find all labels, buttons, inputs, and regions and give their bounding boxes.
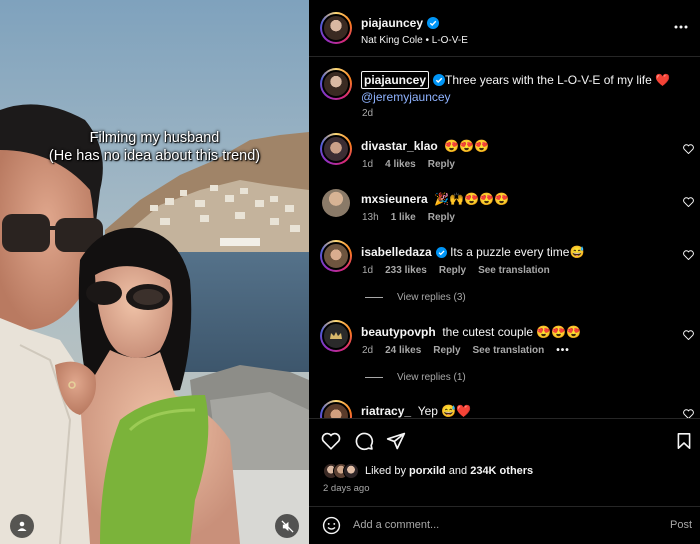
comment-text-row: beautypovph the cutest couple 😍😍😍 [361, 324, 681, 340]
replies-line [365, 377, 383, 378]
share-send-icon[interactable] [386, 431, 406, 451]
comment-like-heart-icon[interactable] [683, 144, 694, 154]
mute-button[interactable] [275, 514, 299, 538]
post-author[interactable]: piajauncey [361, 16, 440, 30]
commenter-avatar[interactable] [320, 240, 352, 272]
overlay-line-2: (He has no idea about this trend) [48, 148, 261, 164]
comment-username[interactable]: mxsieunera [361, 192, 428, 206]
comment-text: Its a puzzle every time😅 [450, 245, 585, 259]
author-avatar[interactable] [320, 12, 352, 44]
comment-partial: riatracy_ Yep 😅❤️ [309, 396, 700, 418]
likes-summary: Liked by porxild and 234K others [323, 463, 533, 479]
comment-likes[interactable]: 4 likes [385, 159, 416, 170]
caption: piajauncey Three years with the L-O-V-E o… [361, 71, 681, 105]
emoji-icon[interactable] [322, 516, 341, 535]
person-icon [17, 521, 27, 531]
caption-text: Three years with the L-O-V-E of my life … [445, 73, 671, 87]
comment-text-row: mxsieunera 🎉🙌😍😍😍 [361, 191, 681, 207]
liker-avatars[interactable] [323, 463, 359, 479]
video-caption-overlay: Filming my husband (He has no idea about… [0, 129, 309, 165]
comment-meta: 2d 24 likes Reply See translation ••• [362, 345, 582, 356]
comment-text: 😍😍😍 [444, 139, 490, 153]
view-replies-button[interactable]: View replies (3) [365, 292, 466, 303]
comment-meta: 13h 1 like Reply [362, 212, 467, 223]
likes-text[interactable]: Liked by porxild and 234K others [365, 465, 533, 477]
more-options-icon[interactable] [674, 25, 688, 29]
like-heart-icon[interactable] [321, 432, 341, 450]
reply-button[interactable]: Reply [439, 265, 466, 276]
comment-meta: 1d 233 likes Reply See translation [362, 265, 562, 276]
comment-text-row: riatracy_ Yep 😅❤️ [361, 403, 681, 418]
view-replies-button[interactable]: View replies (1) [365, 372, 466, 383]
commenter-avatar[interactable] [322, 189, 350, 217]
overlay-line-1: Filming my husband [89, 130, 220, 146]
video-frame [0, 0, 309, 544]
header-divider [309, 56, 700, 57]
muted-speaker-icon [280, 519, 294, 533]
see-translation-button[interactable]: See translation [473, 345, 545, 356]
comment-more-icon[interactable]: ••• [556, 345, 570, 356]
likes-count[interactable]: 234K others [470, 465, 533, 477]
comment-bar: Add a comment... Post [309, 507, 700, 544]
actions-divider [309, 418, 700, 419]
commenter-avatar[interactable] [320, 400, 352, 418]
comment-likes[interactable]: 24 likes [385, 345, 421, 356]
comment-time[interactable]: 1d [362, 265, 373, 276]
comment-likes[interactable]: 1 like [391, 212, 416, 223]
author-username[interactable]: piajauncey [361, 16, 423, 30]
comment-like-heart-icon[interactable] [683, 197, 694, 207]
comment-bubble-icon[interactable] [354, 431, 374, 451]
crown-logo-icon [330, 332, 342, 339]
see-translation-button[interactable]: See translation [478, 265, 550, 276]
comment-username[interactable]: riatracy_ [361, 404, 411, 418]
comment-username[interactable]: isabelledaza [361, 245, 432, 259]
caption-mention[interactable]: @jeremyjauncey [361, 90, 451, 104]
comment-input[interactable]: Add a comment... [353, 519, 439, 531]
reply-button[interactable]: Reply [428, 159, 455, 170]
verified-badge-icon [435, 247, 447, 258]
likes-prefix: Liked by [365, 465, 406, 477]
liker-avatar [343, 463, 359, 479]
verified-badge-icon [433, 74, 446, 86]
caption-username[interactable]: piajauncey [361, 71, 430, 89]
comment-likes[interactable]: 233 likes [385, 265, 427, 276]
reply-button[interactable]: Reply [428, 212, 455, 223]
comment-time[interactable]: 1d [362, 159, 373, 170]
likes-and: and [448, 465, 468, 477]
post-age[interactable]: 2 days ago [323, 483, 369, 494]
post-comment-button[interactable]: Post [670, 519, 692, 531]
comment-text: the cutest couple 😍😍😍 [442, 325, 582, 339]
view-replies-label[interactable]: View replies (1) [397, 372, 466, 383]
comment-username[interactable]: beautypovph [361, 325, 436, 339]
audio-track[interactable]: Nat King Cole • L-O-V-E [361, 35, 468, 46]
commenter-avatar[interactable] [320, 320, 352, 352]
view-replies-label[interactable]: View replies (3) [397, 292, 466, 303]
commenter-avatar[interactable] [320, 133, 352, 165]
comment-meta: 1d 4 likes Reply [362, 159, 467, 170]
comment-username[interactable]: divastar_klao [361, 139, 438, 153]
comment-like-heart-icon[interactable] [683, 250, 694, 260]
comment-time[interactable]: 2d [362, 345, 373, 356]
post-details-panel: piajauncey Nat King Cole • L-O-V-E piaja… [309, 0, 700, 544]
verified-badge-icon [427, 17, 440, 29]
comment-time[interactable]: 13h [362, 212, 379, 223]
reply-button[interactable]: Reply [433, 345, 460, 356]
caption-time[interactable]: 2d [362, 108, 373, 119]
comment-text: Yep 😅❤️ [417, 404, 472, 418]
comment-text-row: divastar_klao 😍😍😍 [361, 138, 681, 154]
comment-like-heart-icon[interactable] [683, 409, 694, 418]
caption-avatar[interactable] [320, 68, 352, 100]
save-bookmark-icon[interactable] [676, 432, 692, 450]
comment-text: 🎉🙌😍😍😍 [434, 192, 510, 206]
liked-by-user[interactable]: porxild [409, 465, 446, 477]
comment-text-row: isabelledaza Its a puzzle every time😅 [361, 244, 681, 260]
comment-like-heart-icon[interactable] [683, 330, 694, 340]
replies-line [365, 297, 383, 298]
reel-video[interactable]: Filming my husband (He has no idea about… [0, 0, 309, 544]
tagged-users-button[interactable] [10, 514, 34, 538]
